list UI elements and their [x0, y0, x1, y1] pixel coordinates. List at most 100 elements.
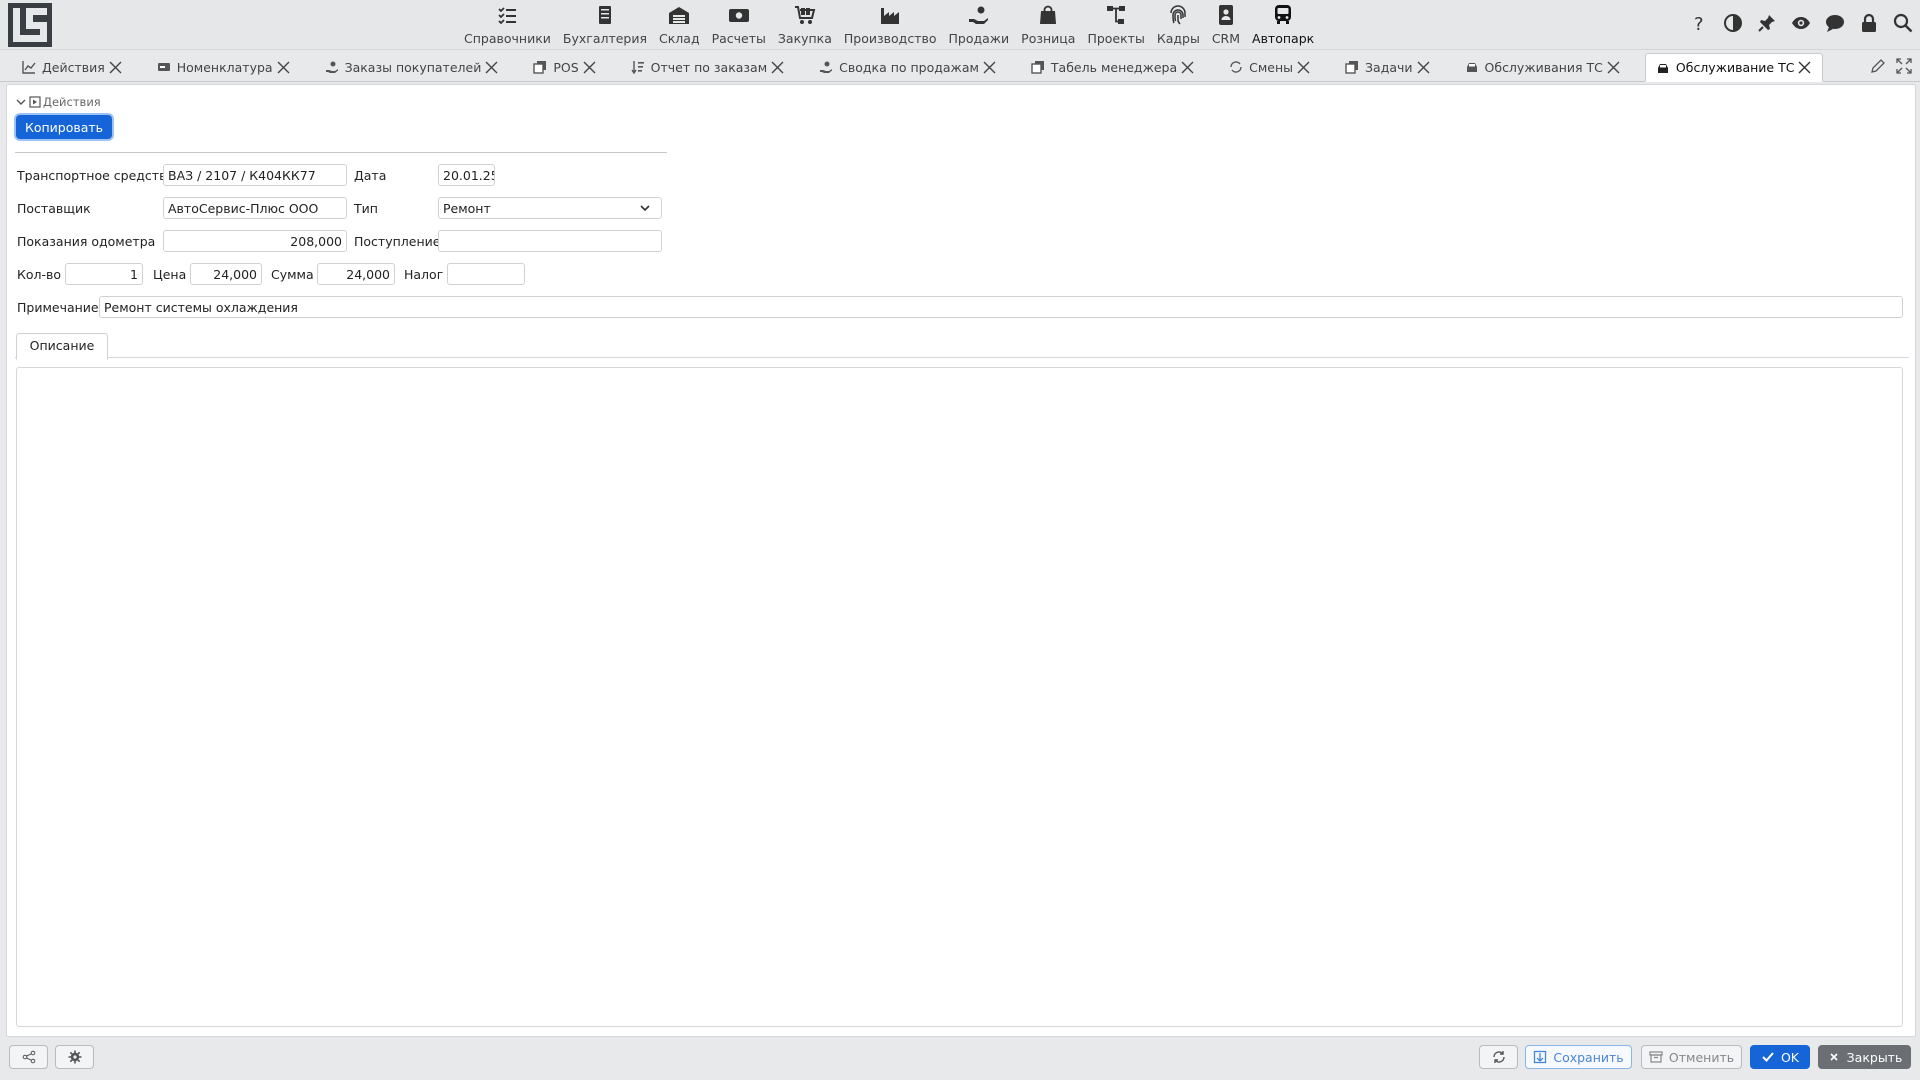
refresh-icon	[1492, 1051, 1505, 1063]
refresh-button[interactable]	[1479, 1045, 1518, 1069]
close-icon[interactable]	[1797, 60, 1812, 75]
nav-item-hr[interactable]: Кадры	[1151, 0, 1206, 49]
archive-icon	[1649, 1051, 1663, 1063]
actions-section-header[interactable]: Действия	[15, 95, 101, 109]
pencil-icon[interactable]	[1870, 58, 1886, 78]
close-icon[interactable]	[1180, 60, 1195, 75]
type-select[interactable]: Ремонт	[438, 197, 662, 219]
lock-icon[interactable]	[1858, 12, 1880, 34]
copy-icon	[1345, 60, 1359, 74]
play-box-icon	[29, 96, 41, 108]
share-button[interactable]	[9, 1045, 48, 1069]
price-field[interactable]: 24,000	[190, 263, 262, 285]
main-nav: Справочники Бухгалтерия Склад Расчеты За…	[458, 0, 1320, 49]
nav-item-retail[interactable]: Розница	[1015, 0, 1081, 49]
ledger-icon	[598, 6, 611, 24]
nav-item-crm[interactable]: CRM	[1206, 0, 1246, 49]
nav-label: Бухгалтерия	[562, 31, 648, 46]
help-icon[interactable]: ?	[1688, 12, 1710, 34]
pin-icon[interactable]	[1756, 12, 1778, 34]
car-icon	[1656, 61, 1670, 75]
tax-label: Налог	[404, 267, 444, 282]
bottom-toolbar: Сохранить Отменить OK Закрыть	[0, 1040, 1920, 1080]
nav-item-references[interactable]: Справочники	[458, 0, 557, 49]
document-panel: Действия Копировать Транспортное средств…	[6, 84, 1916, 1037]
description-editor[interactable]	[16, 367, 1903, 1027]
vehicle-field[interactable]: ВАЗ / 2107 / К404КК77	[163, 164, 347, 186]
odometer-field[interactable]: 208,000	[163, 230, 347, 252]
receipt-field[interactable]	[438, 230, 662, 252]
tab-label: Обслуживания ТС	[1484, 59, 1603, 75]
tab-orders-report[interactable]: Отчет по заказам	[621, 54, 796, 80]
settings-button[interactable]	[55, 1045, 94, 1069]
tab-label: Смены	[1249, 59, 1294, 75]
tab-label: Сводка по продажам	[839, 59, 979, 75]
tab-label: Табель менеджера	[1050, 59, 1178, 75]
tab-tasks[interactable]: Задачи	[1335, 54, 1441, 80]
date-field[interactable]: 20.01.25	[438, 164, 495, 186]
close-icon[interactable]	[108, 60, 123, 75]
close-icon[interactable]	[582, 60, 597, 75]
tab-label: Заказы покупателей	[344, 59, 482, 75]
tag-icon	[157, 60, 171, 74]
note-field[interactable]: Ремонт системы охлаждения	[99, 296, 1903, 318]
close-icon[interactable]	[982, 60, 997, 75]
tab-nomenclature[interactable]: Номенклатура	[147, 54, 301, 80]
tab-actions[interactable]: Действия	[12, 54, 133, 80]
price-label: Цена	[153, 267, 187, 282]
tab-vehicle-service[interactable]: Обслуживание ТС	[1644, 53, 1824, 82]
nav-label: Производство	[843, 31, 937, 46]
tab-label: Номенклатура	[176, 59, 273, 75]
save-button[interactable]: Сохранить	[1525, 1045, 1632, 1069]
nav-item-accounting[interactable]: Бухгалтерия	[557, 0, 653, 49]
search-icon[interactable]	[1892, 12, 1914, 34]
shopping-bag-icon	[1040, 5, 1057, 24]
nav-item-warehouse[interactable]: Склад	[653, 0, 706, 49]
tab-label: Отчет по заказам	[650, 59, 768, 75]
vehicle-label: Транспортное средство	[17, 168, 175, 183]
tab-shifts[interactable]: Смены	[1219, 54, 1321, 80]
tab-label: POS	[553, 59, 579, 75]
nav-item-payments[interactable]: Расчеты	[706, 0, 772, 49]
nav-item-sales[interactable]: Продажи	[942, 0, 1015, 49]
nav-item-projects[interactable]: Проекты	[1081, 0, 1150, 49]
close-icon[interactable]	[276, 60, 291, 75]
app-logo[interactable]	[8, 3, 52, 47]
tab-vehicle-services[interactable]: Обслуживания ТС	[1455, 54, 1631, 80]
close-icon[interactable]	[484, 60, 499, 75]
close-button[interactable]: Закрыть	[1818, 1045, 1911, 1069]
actions-header-label: Действия	[43, 95, 101, 109]
nav-item-purchase[interactable]: Закупка	[772, 0, 838, 49]
nav-label: Автопарк	[1252, 31, 1315, 46]
nav-item-production[interactable]: Производство	[838, 0, 943, 49]
quantity-field[interactable]: 1	[65, 263, 143, 285]
money-icon	[728, 9, 749, 22]
tab-customer-orders[interactable]: Заказы покупателей	[315, 54, 510, 80]
chart-line-icon	[22, 60, 36, 74]
tax-field[interactable]	[447, 263, 525, 285]
gear-icon	[68, 1050, 81, 1064]
copy-icon	[1031, 60, 1045, 74]
fullscreen-icon[interactable]	[1896, 58, 1912, 78]
supplier-field[interactable]: АвтоСервис-Плюс ООО	[163, 197, 347, 219]
ok-button[interactable]: OK	[1750, 1045, 1810, 1069]
nav-item-fleet[interactable]: Автопарк	[1246, 0, 1320, 49]
tab-pos[interactable]: POS	[523, 54, 606, 80]
close-icon[interactable]	[770, 60, 785, 75]
cancel-button[interactable]: Отменить	[1641, 1045, 1742, 1069]
tab-manager-timesheet[interactable]: Табель менеджера	[1021, 54, 1205, 80]
share-icon	[22, 1050, 35, 1064]
tab-description[interactable]: Описание	[16, 333, 108, 360]
close-icon[interactable]	[1296, 60, 1311, 75]
svg-text:?: ?	[1694, 14, 1704, 33]
copy-button[interactable]: Копировать	[16, 115, 112, 139]
sum-field[interactable]: 24,000	[317, 263, 395, 285]
chat-icon[interactable]	[1824, 12, 1846, 34]
contrast-icon[interactable]	[1722, 12, 1744, 34]
close-icon[interactable]	[1606, 60, 1621, 75]
tab-sales-summary[interactable]: Сводка по продажам	[809, 54, 1007, 80]
warehouse-icon	[669, 7, 690, 24]
hand-coin-icon	[325, 60, 339, 74]
eye-icon[interactable]	[1790, 12, 1812, 34]
close-icon[interactable]	[1416, 60, 1431, 75]
